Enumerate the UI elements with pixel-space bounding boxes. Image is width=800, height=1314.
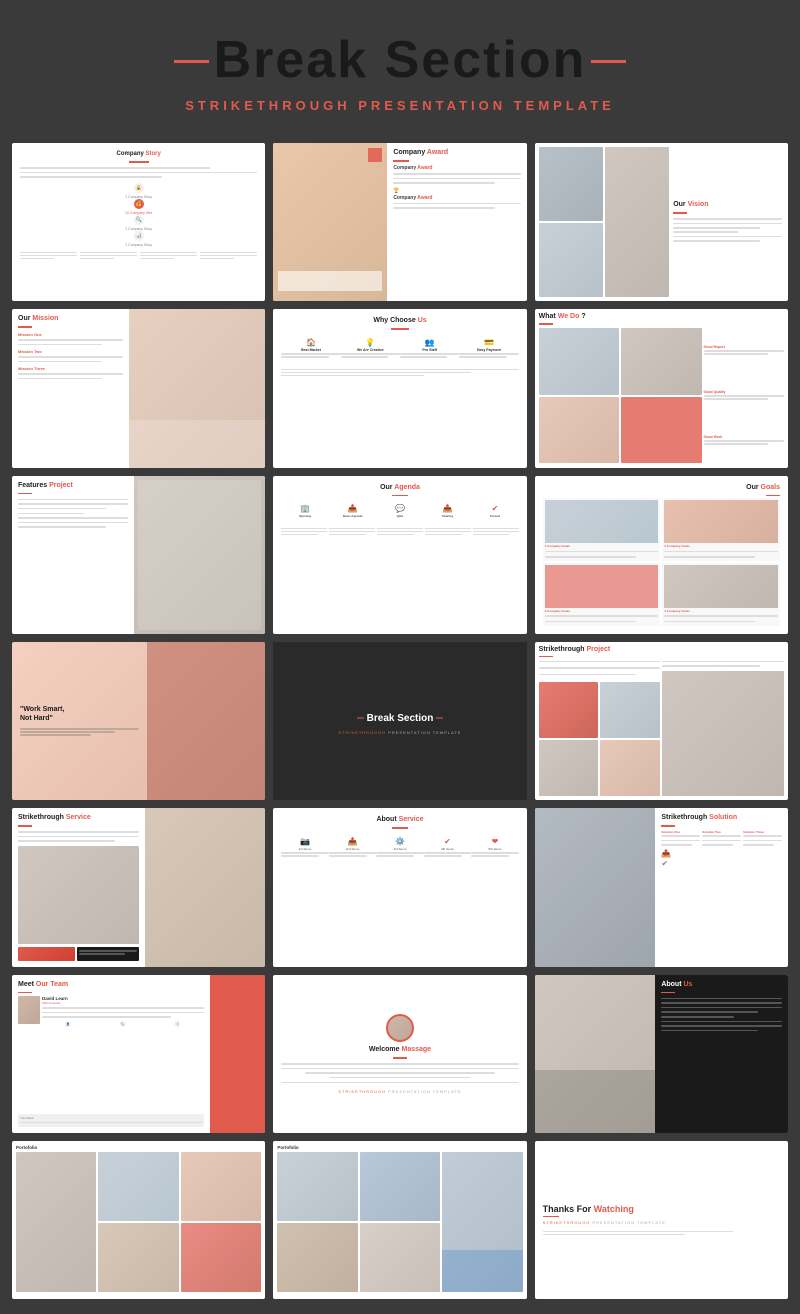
slide-14-title: About Service [281, 816, 518, 823]
slide-8-title: Our Agenda [281, 484, 518, 491]
slide-thanks: Thanks For Watching STRIKETHROUGH PRESEN… [535, 1141, 788, 1299]
slide-5-title: Why Choose Us [281, 317, 518, 324]
slide-company-award: Company Award Company Award 🏆 Company Aw… [273, 143, 526, 301]
slide-13-title: Strikethrough Service [18, 814, 139, 821]
slide-quote: "Work Smart,Not Hard" [12, 642, 265, 800]
slide-10-quote: "Work Smart,Not Hard" [20, 705, 139, 723]
slide-1-title: Company Story [20, 151, 257, 157]
slide-features-project: Features Project [12, 476, 265, 634]
slides-grid: Company Story 🔒 1 Company Story 💰 10 Com… [0, 128, 800, 1314]
slide-our-agenda: Our Agenda 🏢 Opening 📤 News Agenda 💬 Q&A… [273, 476, 526, 634]
slide-17-title: Welcome Massage [369, 1046, 431, 1053]
slide-meet-team: Meet Our Team David Learn CEO Founder 👤 [12, 975, 265, 1133]
slide-16-title: Meet Our Team [18, 981, 204, 988]
slide-break-dark: Break Section STRIKETHROUGH PRESENTATION… [273, 642, 526, 800]
slide-21-title: Thanks For Watching [543, 1204, 780, 1214]
slide-about-us: About Us [535, 975, 788, 1133]
subtitle-red: STRIKETHROUGH [185, 98, 350, 113]
slide-company-story: Company Story 🔒 1 Company Story 💰 10 Com… [12, 143, 265, 301]
slide-our-vision: Our Vision [535, 143, 788, 301]
slide-portfolio-2: Portofolio [273, 1141, 526, 1299]
slide-strikethrough-project: Strikethrough Project [535, 642, 788, 800]
slide-strikethrough-service: Strikethrough Service [12, 808, 265, 966]
slide-our-goals: Our Goals 1 Company Goals 2 Company Goal… [535, 476, 788, 634]
slide-portfolio-1: Portofolio [12, 1141, 265, 1299]
slide-20-title: Portofolio [277, 1145, 522, 1150]
main-subtitle: STRIKETHROUGH PRESENTATION TEMPLATE [20, 98, 780, 113]
slide-why-choose: Why Choose Us 🏠 Best Market 💡 We Are Cre… [273, 309, 526, 467]
slide-2-title: Company Award [393, 149, 520, 156]
slide-about-service: About Service 📷 1st Serve 📤 2nd Serve ⚙️ [273, 808, 526, 966]
slide-18-title: About Us [661, 981, 782, 988]
slide-7-title: Features Project [18, 482, 128, 489]
slide-9-title: Our Goals [543, 484, 780, 491]
slide-welcome-massage: Welcome Massage STRIKETHROUGH PRESENTATI… [273, 975, 526, 1133]
slide-11-title: Break Section [367, 713, 434, 724]
subtitle-rest: PRESENTATION TEMPLATE [351, 98, 615, 113]
slide-12-title: Strikethrough Project [539, 646, 784, 653]
header: Break Section STRIKETHROUGH PRESENTATION… [0, 0, 800, 128]
slide-our-mission: Our Mission Mission One Mission Two Miss… [12, 309, 265, 467]
slide-3-title: Our Vision [673, 201, 782, 208]
main-title: Break Section [214, 30, 587, 90]
slide-what-we-do: What We Do ? Good Report [535, 309, 788, 467]
slide-19-title: Portofolio [16, 1145, 261, 1150]
slide-strikethrough-solution: Strikethrough Solution Solution One 📤 ✔ [535, 808, 788, 966]
slide-6-title: What We Do ? [539, 313, 784, 320]
slide-15-title: Strikethrough Solution [661, 814, 782, 821]
slide-4-title: Our Mission [18, 315, 123, 322]
